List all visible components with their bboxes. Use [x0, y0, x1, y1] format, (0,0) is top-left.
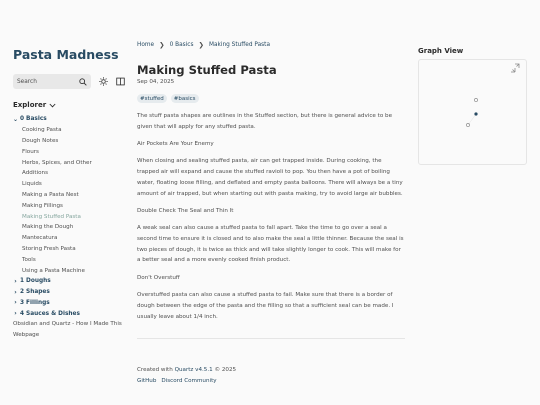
explorer-item[interactable]: Additions — [13, 168, 125, 179]
footer: Created with Quartz v4.5.1 © 2025 GitHub… — [137, 365, 236, 386]
book-icon[interactable] — [116, 77, 125, 86]
footer-credit-suffix: © 2025 — [212, 367, 237, 373]
explorer-item[interactable]: Liquids — [13, 179, 125, 190]
footer-credit: Created with Quartz v4.5.1 © 2025 — [137, 365, 236, 376]
explorer-toggle[interactable]: Explorer — [13, 101, 56, 109]
graph-node[interactable] — [474, 98, 478, 102]
github-link[interactable]: GitHub — [137, 376, 156, 387]
explorer-item-root[interactable]: Obsidian and Quartz - How I Made This We… — [13, 319, 125, 341]
explorer-item[interactable]: Making Fillings — [13, 200, 125, 211]
explorer-item[interactable]: Herbs, Spices, and Other — [13, 157, 125, 168]
explorer-item[interactable]: Storing Fresh Pasta — [13, 244, 125, 255]
sun-icon[interactable] — [99, 77, 108, 86]
folder-3-fillings[interactable]: › 3 Fillings — [13, 298, 125, 309]
page-title: Making Stuffed Pasta — [137, 63, 277, 77]
search-icon — [79, 77, 87, 86]
folder-label: 2 Shapes — [20, 289, 50, 296]
folder-label: 1 Doughs — [20, 278, 51, 285]
paragraph: A weak seal can also cause a stuffed pas… — [137, 225, 404, 264]
graph-title: Graph View — [418, 47, 464, 55]
breadcrumb: Home ❯ 0 Basics ❯ Making Stuffed Pasta — [137, 41, 270, 49]
explorer-item[interactable]: Tools — [13, 254, 125, 265]
section-heading: Double Check The Seal and Thin It — [137, 207, 234, 214]
folder-label: 4 Sauces & Dishes — [20, 310, 80, 317]
chevron-right-icon: › — [14, 299, 17, 307]
site-title[interactable]: Pasta Madness — [13, 47, 119, 62]
page-date: Sep 04, 2025 — [137, 79, 175, 85]
paragraph: When closing and sealing stuffed pasta, … — [137, 158, 403, 197]
footer-links: GitHub Discord Community — [137, 376, 236, 387]
breadcrumb-current: Making Stuffed Pasta — [208, 42, 270, 48]
graph-canvas — [466, 63, 520, 127]
explorer-item-active[interactable]: Making Stuffed Pasta — [13, 211, 125, 222]
folder-0-basics[interactable]: ⌄ 0 Basics — [13, 114, 125, 125]
explorer-item[interactable]: Mantecatura — [13, 233, 125, 244]
chevron-right-icon: › — [14, 310, 17, 318]
folder-2-shapes[interactable]: › 2 Shapes — [13, 287, 125, 298]
section-heading: Don't Overstuff — [137, 274, 180, 281]
tag-stuffed[interactable]: #stuffed — [137, 94, 167, 103]
search-button[interactable]: Search — [13, 74, 91, 89]
expand-icon[interactable] — [511, 63, 520, 73]
explorer-item[interactable]: Flours — [13, 146, 125, 157]
explorer-item[interactable]: Making the Dough — [13, 222, 125, 233]
chevron-right-icon: › — [14, 288, 17, 296]
footer-divider — [137, 338, 405, 339]
graph-view[interactable] — [418, 59, 527, 165]
section-heading: Air Pockets Are Your Enemy — [137, 141, 214, 148]
folder-label: 3 Fillings — [20, 299, 50, 306]
explorer-item[interactable]: Making a Pasta Nest — [13, 190, 125, 201]
folder-label: 0 Basics — [20, 116, 47, 123]
article-body: The stuff pasta shapes are outlines in t… — [137, 111, 405, 329]
search-row: Search — [13, 74, 125, 89]
paragraph: Overstuffed pasta can also cause a stuff… — [137, 292, 394, 320]
breadcrumb-home[interactable]: Home — [137, 42, 154, 48]
breadcrumb-folder[interactable]: 0 Basics — [170, 42, 194, 48]
explorer-title: Explorer — [13, 101, 47, 109]
explorer-tree: ⌄ 0 Basics Cooking Pasta Dough Notes Flo… — [13, 114, 125, 341]
explorer-item[interactable]: Using a Pasta Machine — [13, 265, 125, 276]
chevron-down-icon: ⌄ — [13, 115, 19, 123]
graph-edge — [467, 113, 477, 126]
graph-node-current[interactable] — [474, 112, 478, 116]
tag-list: #stuffed #basics — [137, 94, 199, 103]
chevron-right-icon: ❯ — [198, 41, 204, 49]
folder-1-doughs[interactable]: › 1 Doughs — [13, 276, 125, 287]
explorer-item[interactable]: Cooking Pasta — [13, 125, 125, 136]
quartz-link[interactable]: Quartz v4.5.1 — [175, 367, 213, 373]
chevron-right-icon: › — [14, 277, 17, 285]
discord-link[interactable]: Discord Community — [161, 376, 216, 387]
chevron-down-icon — [49, 103, 56, 107]
folder-4-sauces-dishes[interactable]: › 4 Sauces & Dishes — [13, 308, 125, 319]
paragraph: The stuff pasta shapes are outlines in t… — [137, 113, 393, 130]
search-placeholder: Search — [17, 78, 37, 85]
explorer-item[interactable]: Dough Notes — [13, 136, 125, 147]
footer-credit-prefix: Created with — [137, 367, 175, 373]
tag-basics[interactable]: #basics — [170, 94, 199, 103]
chevron-right-icon: ❯ — [159, 41, 165, 49]
